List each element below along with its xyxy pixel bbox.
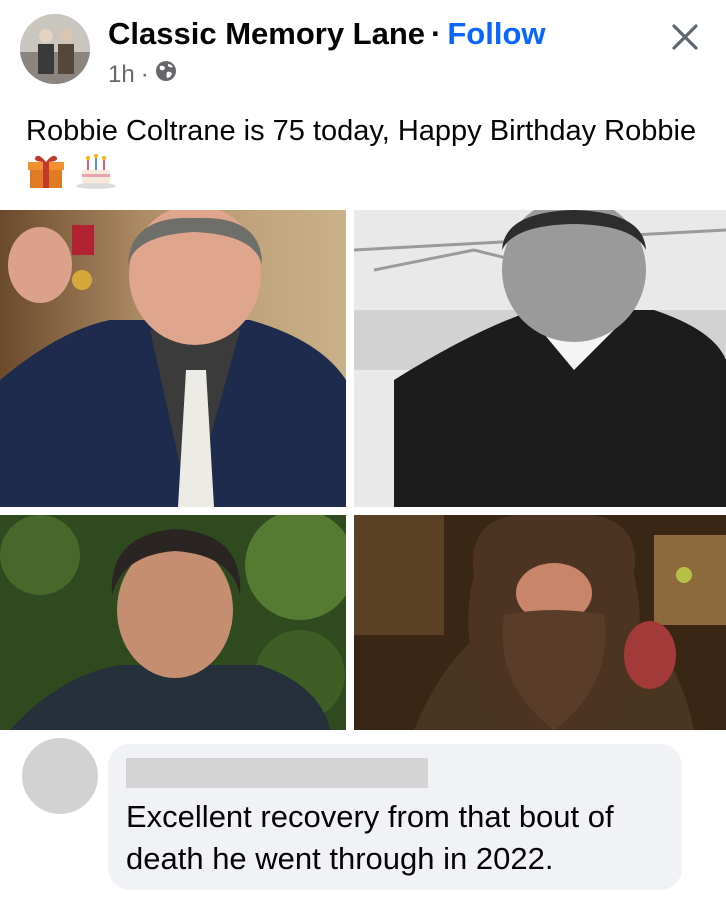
commenter-name-redacted	[126, 758, 428, 788]
photo-black-and-white-bridge[interactable]	[354, 210, 726, 507]
post-text-body: Robbie Coltrane is 75 today, Happy Birth…	[26, 115, 697, 147]
post-header: Classic Memory Lane · Follow 1h ·	[0, 0, 726, 100]
header-title-line: Classic Memory Lane · Follow	[108, 14, 546, 54]
close-icon	[672, 24, 698, 50]
globe-icon	[155, 60, 177, 89]
photo-hagrid-costume[interactable]	[354, 515, 726, 730]
post-text: Robbie Coltrane is 75 today, Happy Birth…	[26, 110, 706, 202]
gift-icon	[26, 152, 66, 202]
commenter-avatar[interactable]	[22, 738, 98, 814]
comment-bubble: Excellent recovery from that bout of dea…	[108, 744, 682, 890]
photo-holding-medal[interactable]	[0, 210, 346, 507]
close-button[interactable]	[664, 16, 706, 58]
follow-button[interactable]: Follow	[447, 16, 545, 51]
photo-grid	[0, 210, 726, 730]
header-separator: ·	[431, 16, 442, 51]
page-name[interactable]: Classic Memory Lane	[108, 16, 425, 51]
meta-separator: ·	[140, 60, 149, 88]
post-time[interactable]: 1h	[108, 61, 135, 89]
photo-green-foliage[interactable]	[0, 515, 346, 730]
page-avatar[interactable]	[20, 14, 90, 84]
comment-text: Excellent recovery from that bout of dea…	[126, 799, 614, 876]
post-meta: 1h ·	[108, 60, 177, 89]
birthday-cake-icon	[74, 152, 118, 202]
